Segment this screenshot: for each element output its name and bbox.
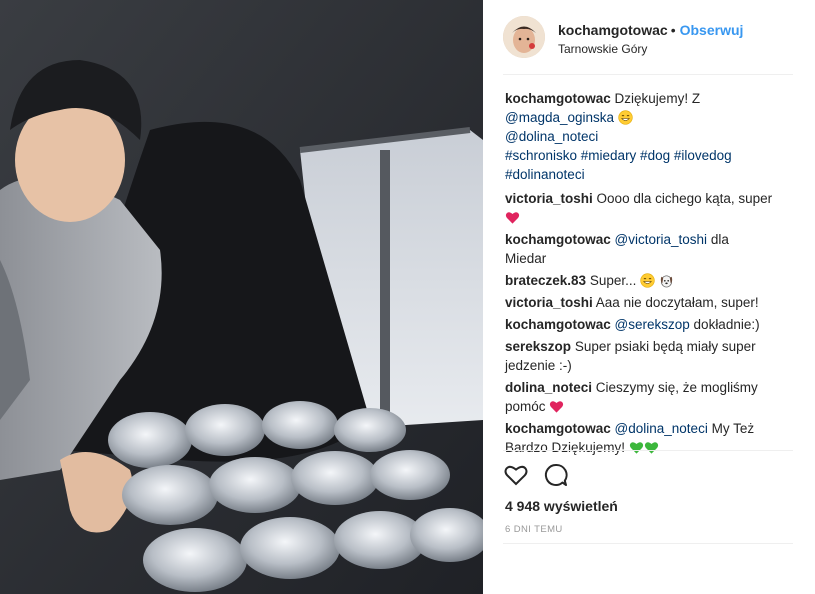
post-header: kochamgotowac • Obserwuj Tarnowskie Góry xyxy=(503,14,793,70)
follow-button[interactable]: Obserwuj xyxy=(680,22,744,38)
actions-divider xyxy=(503,450,793,451)
mention-link[interactable]: @victoria_toshi xyxy=(615,232,708,247)
comment-item: serekszop Super psiaki będą miały super … xyxy=(505,337,773,375)
dog-face-icon xyxy=(660,275,673,288)
caption-username[interactable]: kochamgotowac xyxy=(505,91,611,106)
green-heart-icon xyxy=(644,442,658,454)
caption: kochamgotowac Dziękujemy! Z @magda_ogins… xyxy=(505,89,773,184)
comment-bubble-icon[interactable] xyxy=(543,462,569,488)
comments-list: kochamgotowac Dziękujemy! Z @magda_ogins… xyxy=(505,89,773,459)
avatar[interactable] xyxy=(503,16,545,58)
post-video[interactable] xyxy=(0,0,483,594)
mention-link[interactable]: @serekszop xyxy=(615,317,690,332)
comment-username[interactable]: serekszop xyxy=(505,339,571,354)
header-divider xyxy=(503,74,793,75)
red-heart-icon xyxy=(505,212,520,224)
comment-username[interactable]: kochamgotowac xyxy=(505,421,611,436)
comment-item: kochamgotowac @serekszop dokładnie:) xyxy=(505,315,773,334)
mention-link[interactable]: @magda_oginska xyxy=(505,110,614,125)
mention-link[interactable]: @dolina_noteci xyxy=(615,421,708,436)
hashtags[interactable]: #schronisko #miedary #dog #ilovedog xyxy=(505,146,773,165)
comment-item: dolina_noteci Cieszymy się, że mogliśmy … xyxy=(505,378,773,416)
heart-outline-icon[interactable] xyxy=(503,462,529,488)
comment-username[interactable]: dolina_noteci xyxy=(505,380,592,395)
grin-face-icon xyxy=(640,273,655,288)
mention-link[interactable]: @dolina_noteci xyxy=(505,127,773,146)
footer-divider xyxy=(503,543,793,544)
separator-dot: • xyxy=(670,22,676,38)
hashtags[interactable]: #dolinanoteci xyxy=(505,165,773,184)
view-count[interactable]: 4 948 wyświetleń xyxy=(505,498,618,514)
red-heart-icon xyxy=(550,401,564,413)
caption-text: Dziękujemy! Z xyxy=(614,91,701,106)
comment-username[interactable]: brateczek.83 xyxy=(505,273,586,288)
comment-text: Aaa nie doczytałam, super! xyxy=(595,295,759,310)
comment-username[interactable]: kochamgotowac xyxy=(505,317,611,332)
comment-item: victoria_toshi Oooo dla cichego kąta, su… xyxy=(505,189,773,227)
comment-username[interactable]: victoria_toshi xyxy=(505,191,593,206)
comment-item: kochamgotowac @dolina_noteci My Też Bard… xyxy=(505,419,773,457)
post-actions xyxy=(503,462,603,490)
comment-item: victoria_toshi Aaa nie doczytałam, super… xyxy=(505,293,773,312)
post-timestamp[interactable]: 6 DNI TEMU xyxy=(505,524,563,535)
comment-username[interactable]: kochamgotowac xyxy=(505,232,611,247)
video-frame-image xyxy=(0,0,483,594)
header-username[interactable]: kochamgotowac xyxy=(558,22,668,38)
comment-text: Oooo dla cichego kąta, super xyxy=(596,191,773,206)
comment-item: brateczek.83 Super... xyxy=(505,271,773,290)
comment-item: kochamgotowac @victoria_toshi dla Miedar xyxy=(505,230,773,268)
comment-username[interactable]: victoria_toshi xyxy=(505,295,593,310)
location-link[interactable]: Tarnowskie Góry xyxy=(558,42,647,56)
comment-text: Super... xyxy=(589,273,637,288)
green-heart-icon xyxy=(629,442,643,454)
grin-face-icon xyxy=(618,110,633,125)
comment-text: dokładnie:) xyxy=(693,317,760,332)
post-details-panel: kochamgotowac • Obserwuj Tarnowskie Góry k… xyxy=(483,0,815,594)
